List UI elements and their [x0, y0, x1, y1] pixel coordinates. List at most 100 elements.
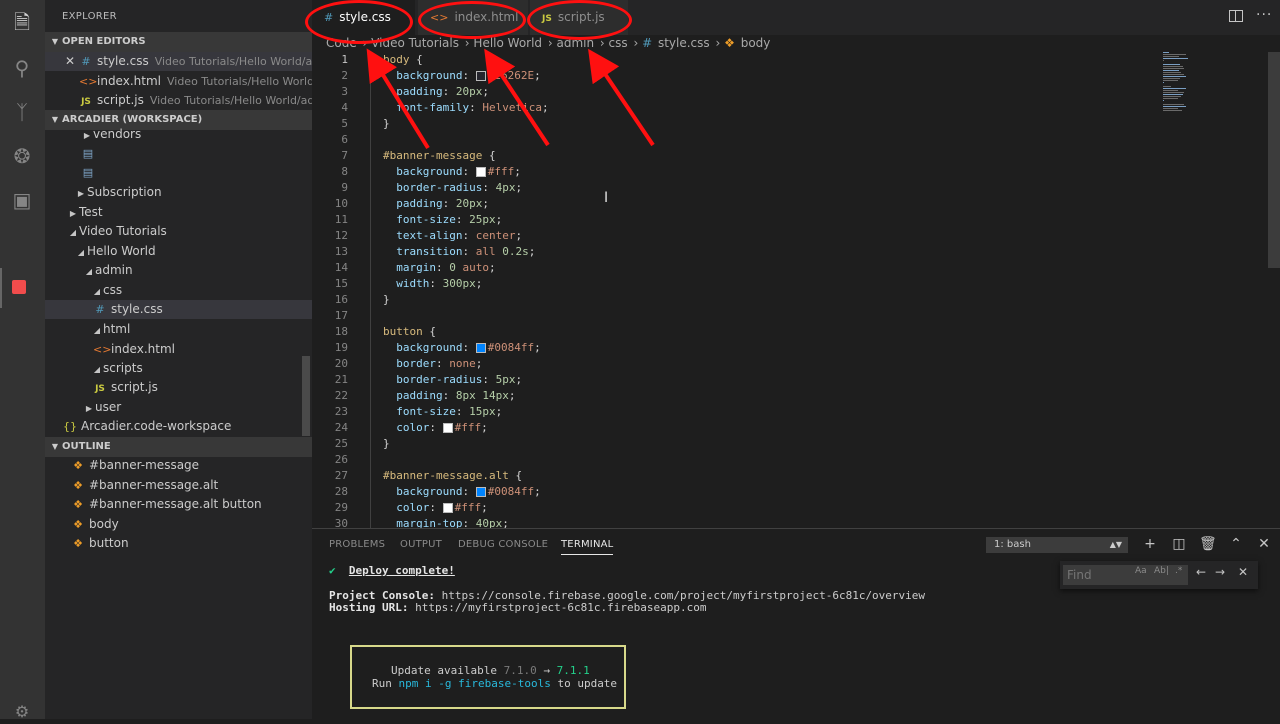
tree-item-scripts[interactable]: ◢ scripts [45, 359, 312, 378]
breadcrumb-item[interactable]: style.css [658, 36, 710, 50]
arrow-right-icon[interactable]: → [1215, 565, 1225, 579]
tab-terminal[interactable]: TERMINAL [561, 539, 614, 555]
tree-item-html[interactable]: ◢ html [45, 320, 312, 339]
open-editor-index-html[interactable]: <>index.htmlVideo Tutorials/Hello World/… [45, 72, 312, 91]
split-terminal-icon[interactable]: ◫ [1171, 536, 1187, 552]
color-swatch[interactable] [475, 487, 486, 497]
tree-item-vendors[interactable]: ▶ vendors [45, 125, 312, 144]
minimap-line [1163, 58, 1188, 59]
open-editors-header[interactable]: ▼ OPEN EDITORS [45, 32, 312, 52]
close-icon[interactable]: ✕ [1256, 536, 1272, 552]
tree-item-video-tutorials[interactable]: ◢ Video Tutorials [45, 222, 312, 241]
code-line[interactable]: background: #26262E; [383, 68, 540, 84]
tab-problems[interactable]: PROBLEMS [329, 539, 385, 550]
code-line[interactable]: #banner-message { [383, 148, 496, 164]
code-line[interactable]: body { [383, 52, 423, 68]
code-line[interactable]: font-size: 25px; [383, 212, 502, 228]
trash-icon[interactable]: 🗑 [1199, 536, 1217, 552]
tree-item-file[interactable]: ▤ [45, 163, 312, 182]
settings-gear-icon[interactable]: ⚙ [10, 700, 34, 724]
tree-item-hello-world[interactable]: ◢ Hello World [45, 242, 312, 261]
code-line[interactable]: padding: 20px; [383, 84, 489, 100]
line-number: 12 [334, 229, 348, 242]
minimap[interactable] [1160, 52, 1200, 122]
tree-item-script-js[interactable]: JS script.js [45, 378, 312, 397]
source-control-icon[interactable]: ᛉ [10, 100, 34, 124]
tree-item-user[interactable]: ▶ user [45, 398, 312, 417]
color-swatch[interactable] [442, 423, 453, 433]
code-line[interactable]: margin-top: 40px; [383, 516, 509, 528]
whole-word-icon[interactable]: Ab| [1154, 566, 1169, 576]
line-number: 28 [334, 485, 348, 498]
code-line[interactable]: transition: all 0.2s; [383, 244, 535, 260]
tab-debug-console[interactable]: DEBUG CONSOLE [458, 539, 548, 550]
code-line[interactable]: } [383, 116, 390, 132]
hosting-url[interactable]: https://myfirstproject-6c81c.firebaseapp… [415, 601, 706, 614]
terminal-select[interactable]: 1: bash ▲▼ [986, 537, 1128, 553]
debug-icon[interactable]: ❂ [10, 144, 34, 168]
code-line[interactable]: color: #fff; [383, 420, 488, 436]
outline-header[interactable]: ▼ OUTLINE [45, 437, 312, 457]
open-editor-script-js[interactable]: JS script.js Video Tutorials/Hello World/a… [45, 91, 312, 110]
code-line[interactable]: background: #0084ff; [383, 484, 540, 500]
outline-item[interactable]: ❖ body [45, 515, 312, 534]
code-line[interactable]: color: #fff; [383, 500, 488, 516]
extensions-icon[interactable]: ▣ [10, 188, 34, 212]
chevron-up-icon[interactable]: ⌃ [1228, 536, 1244, 552]
plus-icon[interactable]: + [1142, 536, 1158, 552]
sidebar-scrollbar[interactable] [302, 356, 310, 436]
breadcrumb-item[interactable]: css [609, 36, 628, 50]
code-line[interactable]: } [383, 436, 390, 452]
code-line[interactable]: button { [383, 324, 436, 340]
code-line[interactable]: background: #0084ff; [383, 340, 540, 356]
editor-scrollbar[interactable] [1268, 52, 1280, 268]
code-line[interactable]: width: 300px; [383, 276, 482, 292]
code-line[interactable]: font-family: Helvetica; [383, 100, 548, 116]
code-line[interactable]: padding: 8px 14px; [383, 388, 515, 404]
code-line[interactable]: padding: 20px; [383, 196, 489, 212]
color-swatch[interactable] [475, 167, 486, 177]
code-line[interactable]: background: #fff; [383, 164, 521, 180]
arrow-left-icon[interactable]: ← [1196, 565, 1206, 579]
tree-item-workspace-file[interactable]: {} Arcadier.code-workspace [45, 417, 312, 436]
code-line[interactable]: } [383, 292, 390, 308]
tree-item-css[interactable]: ◢ css [45, 281, 312, 300]
tree-item-subscription[interactable]: ▶ Subscription [45, 183, 312, 202]
code-line[interactable]: font-size: 15px; [383, 404, 502, 420]
outline-item[interactable]: ❖ button [45, 534, 312, 553]
close-icon[interactable]: ✕ [61, 52, 79, 71]
code-line[interactable]: border-radius: 5px; [383, 372, 522, 388]
line-number: 29 [334, 501, 348, 514]
minimap-line [1163, 100, 1164, 101]
code-line[interactable]: text-align: center; [383, 228, 522, 244]
tree-item-test[interactable]: ▶ Test [45, 203, 312, 222]
match-case-icon[interactable]: Aa [1135, 566, 1147, 576]
stop-icon[interactable] [12, 280, 26, 294]
code-line[interactable]: #banner-message.alt { [383, 468, 522, 484]
color-swatch[interactable] [442, 503, 453, 513]
outline-item[interactable]: ❖ #banner-message.alt [45, 476, 312, 495]
color-swatch[interactable] [475, 343, 486, 353]
split-editor-icon[interactable] [1229, 10, 1243, 22]
tab-output[interactable]: OUTPUT [400, 539, 442, 550]
tree-item-style-css[interactable]: # style.css [45, 300, 312, 319]
code-line[interactable]: margin: 0 auto; [383, 260, 495, 276]
find-input[interactable] [1063, 565, 1188, 585]
code-editor[interactable]: 1 body {2 background: #26262E; 3 padding: … [312, 52, 1280, 528]
open-editor-style-css[interactable]: ✕ # style.css Video Tutorials/Hello World/a… [45, 52, 312, 71]
code-line[interactable]: border: none; [383, 356, 482, 372]
outline-item[interactable]: ❖ #banner-message.alt button [45, 495, 312, 514]
line-number: 5 [341, 117, 348, 130]
outline-item[interactable]: ❖ #banner-message [45, 456, 312, 475]
close-icon[interactable]: ✕ [1238, 565, 1248, 579]
color-swatch[interactable] [475, 71, 486, 81]
regex-icon[interactable]: .* [1175, 566, 1182, 576]
tree-item-index-html[interactable]: <>index.html [45, 340, 312, 359]
files-icon[interactable]: 🗎 [10, 10, 34, 34]
tree-item-file[interactable]: ▤ [45, 144, 312, 163]
code-line[interactable]: border-radius: 4px; [383, 180, 522, 196]
tree-item-admin[interactable]: ◢ admin [45, 261, 312, 280]
more-actions-icon[interactable]: ··· [1256, 7, 1272, 23]
search-icon[interactable]: ⚲ [10, 56, 34, 80]
breadcrumb-item[interactable]: body [741, 36, 771, 50]
